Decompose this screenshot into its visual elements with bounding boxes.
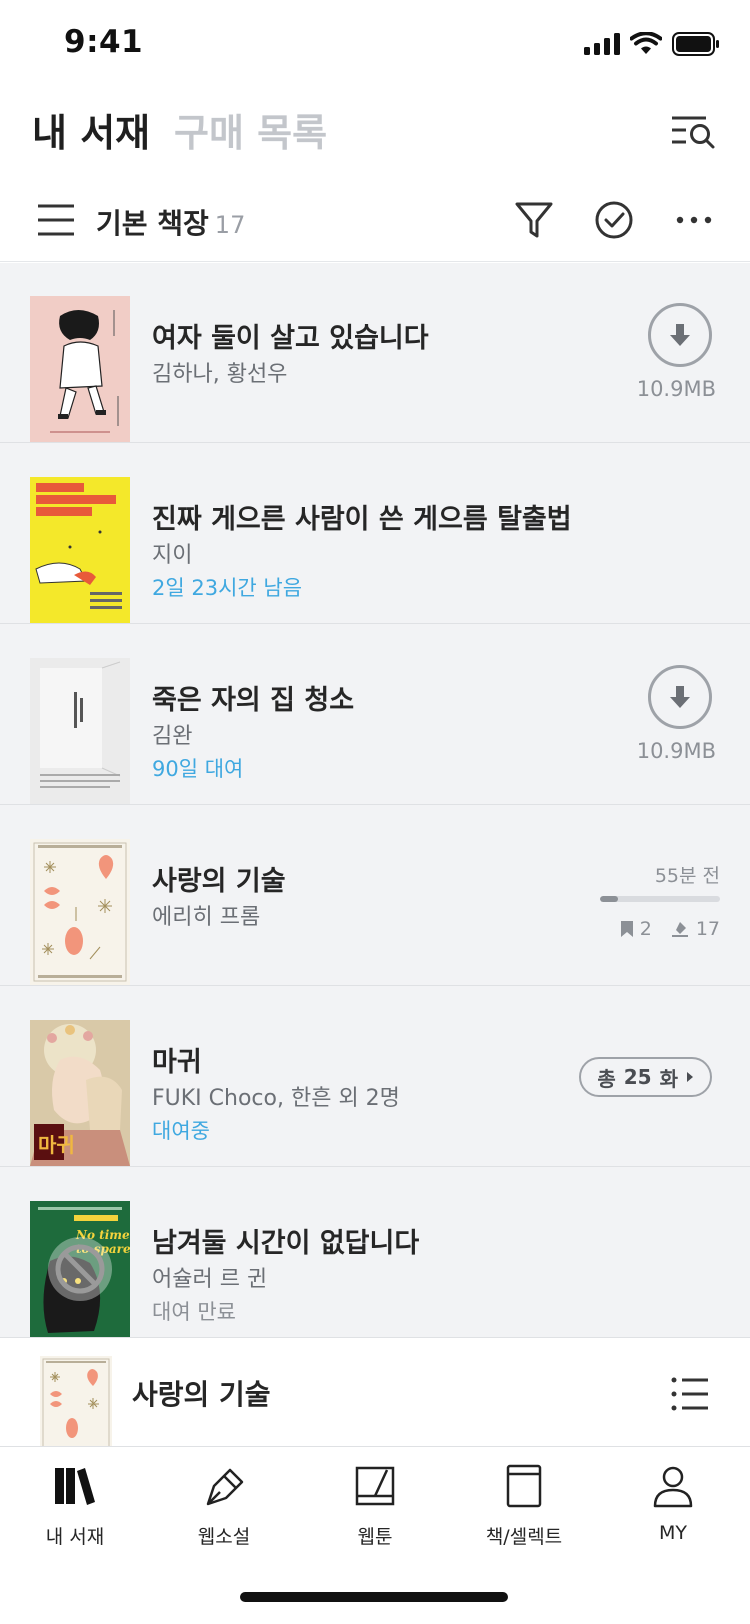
home-indicator[interactable]: [240, 1592, 508, 1602]
book-row[interactable]: No time to spare 남겨둘 시간이 없답니다 어슐러 르 귄 대여…: [0, 1168, 750, 1337]
file-size: 10.9MB: [636, 739, 716, 763]
more-icon[interactable]: [672, 198, 716, 242]
book-cover: 마귀: [30, 1020, 130, 1166]
tab-purchase-list[interactable]: 구매 목록: [174, 102, 327, 157]
filter-icon[interactable]: [512, 198, 556, 242]
battery-icon: [672, 32, 719, 56]
download-arrow-icon: [670, 686, 690, 708]
nav-label: 웹툰: [357, 1526, 393, 1548]
book-cover: [30, 477, 130, 623]
book-author: 어슐러 르 귄: [152, 1267, 268, 1292]
book-title: 남겨둘 시간이 없답니다: [152, 1228, 420, 1259]
nav-web-novel[interactable]: 웹소설: [159, 1462, 289, 1549]
nav-my[interactable]: MY: [608, 1462, 738, 1544]
episode-suffix: 화: [659, 1066, 678, 1091]
book-list: 여자 둘이 살고 있습니다 김하나, 황선우 10.9MB 진짜 게으른 사람이…: [0, 263, 750, 1337]
book-author: 김완: [152, 724, 193, 749]
highlight-icon: [671, 922, 688, 937]
episode-list-button[interactable]: 총 25 화: [579, 1057, 712, 1097]
tab-my-library[interactable]: 내 서재: [32, 102, 150, 157]
book-author: FUKI Choco, 한흔 외 2명: [152, 1086, 400, 1111]
nav-my-library[interactable]: 내 서재: [10, 1462, 140, 1549]
download-button[interactable]: [648, 303, 712, 367]
now-reading-title: 사랑의 기술: [132, 1378, 271, 1411]
nav-label: 내 서재: [45, 1526, 105, 1548]
highlight-count: 17: [695, 918, 720, 940]
highlight-stat: 17: [670, 918, 720, 940]
last-read-time: 55분 전: [654, 865, 720, 887]
episode-count: 25: [623, 1065, 652, 1089]
book-icon: [506, 1464, 542, 1508]
book-cover: [30, 296, 130, 442]
book-cover: [30, 839, 130, 985]
book-title: 죽은 자의 집 청소: [152, 685, 355, 716]
nav-webtoon[interactable]: 웹툰: [310, 1462, 440, 1549]
bookmark-stat: 2: [620, 918, 652, 940]
chevron-right-icon: [687, 1072, 693, 1082]
header: 내 서재 구매 목록: [0, 96, 750, 164]
library-icon: [55, 1468, 95, 1505]
shelf-menu-icon[interactable]: [36, 200, 76, 240]
shelf-title[interactable]: 기본 책장 17: [96, 202, 245, 242]
rental-time-left: 2일 23시간 남음: [152, 576, 303, 600]
reading-progress: 55분 전 2 17: [600, 861, 720, 940]
book-row[interactable]: 죽은 자의 집 청소 김완 90일 대여 10.9MB: [0, 625, 750, 805]
expired-overlay: [48, 1237, 112, 1301]
now-reading-bar[interactable]: 사랑의 기술: [0, 1337, 750, 1447]
status-time: 9:41: [64, 24, 144, 60]
blocked-icon: [55, 1244, 105, 1294]
book-row[interactable]: 마귀 마귀 FUKI Choco, 한흔 외 2명 대여중 총 25 화: [0, 987, 750, 1167]
search-list-icon[interactable]: [670, 112, 716, 152]
status-bar: 9:41: [0, 0, 750, 88]
file-size: 10.9MB: [636, 377, 716, 401]
book-title: 여자 둘이 살고 있습니다: [152, 323, 429, 354]
rental-status: 대여 만료: [152, 1300, 236, 1324]
download-arrow-icon: [670, 324, 690, 346]
book-row[interactable]: 여자 둘이 살고 있습니다 김하나, 황선우 10.9MB: [0, 263, 750, 443]
bookmark-icon: [620, 921, 633, 937]
profile-icon: [653, 1466, 693, 1508]
webtoon-icon: [355, 1466, 395, 1506]
select-check-icon[interactable]: [592, 198, 636, 242]
reading-stats: 2 17: [600, 918, 720, 940]
download-button[interactable]: [648, 665, 712, 729]
pen-icon: [206, 1468, 244, 1506]
book-title: 진짜 게으른 사람이 쓴 게으름 탈출법: [152, 504, 572, 535]
cellular-signal-icon: [584, 33, 620, 55]
book-row[interactable]: 사랑의 기술 에리히 프롬 55분 전 2 17: [0, 806, 750, 986]
book-cover: No time to spare: [30, 1201, 130, 1337]
shelf-name: 기본 책장: [96, 207, 209, 240]
nav-label: 책/셀렉트: [485, 1526, 563, 1548]
table-of-contents-icon[interactable]: [670, 1374, 710, 1414]
svg-text:마귀: 마귀: [38, 1133, 75, 1157]
rental-status: 대여중: [152, 1119, 210, 1143]
status-icons: [584, 32, 720, 56]
nav-books-select[interactable]: 책/셀렉트: [459, 1462, 589, 1549]
book-author: 지이: [152, 543, 193, 568]
nav-label: 웹소설: [197, 1526, 251, 1548]
book-title: 사랑의 기술: [152, 866, 286, 897]
shelf-count: 17: [214, 211, 246, 239]
progress-bar: [600, 896, 720, 902]
shelf-toolbar: 기본 책장 17: [0, 182, 750, 262]
book-author: 에리히 프롬: [152, 905, 261, 930]
book-author: 김하나, 황선우: [152, 362, 288, 387]
mini-book-cover: [40, 1356, 112, 1446]
book-title: 마귀: [152, 1047, 202, 1078]
episode-prefix: 총: [597, 1066, 616, 1091]
wifi-icon: [630, 32, 662, 54]
rental-period: 90일 대여: [152, 757, 244, 781]
bookmark-count: 2: [639, 918, 652, 940]
progress-fill: [600, 896, 618, 902]
book-cover: [30, 658, 130, 804]
book-row[interactable]: 진짜 게으른 사람이 쓴 게으름 탈출법 지이 2일 23시간 남음: [0, 444, 750, 624]
nav-label: MY: [659, 1522, 687, 1544]
